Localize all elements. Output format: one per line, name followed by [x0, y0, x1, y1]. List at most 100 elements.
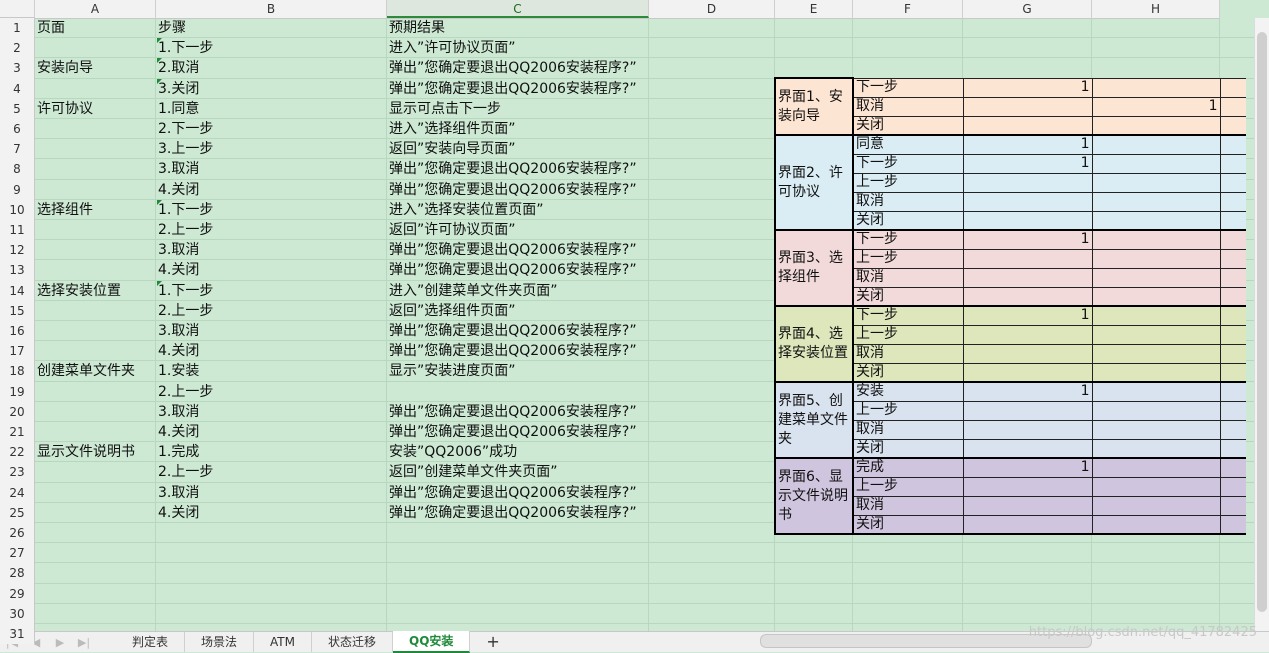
matrix-value-cell[interactable] — [1091, 191, 1221, 212]
matrix-value-cell[interactable] — [1091, 267, 1221, 288]
step-cell[interactable]: 2.取消 — [158, 58, 199, 78]
step-cell[interactable]: 步骤 — [158, 18, 186, 38]
row-header-24[interactable]: 24 — [0, 482, 35, 503]
step-cell[interactable]: 3.关闭 — [158, 79, 199, 99]
row-header-29[interactable]: 29 — [0, 583, 35, 604]
matrix-action-cell[interactable]: 上一步 — [852, 172, 964, 193]
matrix-value-cell[interactable] — [1091, 457, 1221, 478]
matrix-value-cell[interactable] — [1091, 495, 1221, 516]
matrix-value-cell[interactable] — [1091, 248, 1221, 269]
row-header-17[interactable]: 17 — [0, 341, 35, 362]
matrix-action-cell[interactable]: 关闭 — [852, 115, 964, 136]
matrix-screen-label[interactable]: 界面2、许可协议 — [774, 134, 854, 231]
matrix-value-cell[interactable]: 1 — [962, 305, 1093, 326]
step-cell[interactable]: 4.关闭 — [158, 341, 199, 361]
matrix-value-cell[interactable] — [962, 324, 1093, 345]
matrix-action-cell[interactable]: 下一步 — [852, 229, 964, 250]
matrix-value-cell[interactable] — [1219, 362, 1246, 383]
expected-result-cell[interactable]: 返回”许可协议页面” — [389, 220, 516, 240]
matrix-value-cell[interactable] — [1219, 343, 1246, 364]
matrix-value-cell[interactable] — [1091, 438, 1221, 459]
matrix-value-cell[interactable] — [962, 514, 1093, 535]
expected-result-cell[interactable]: 返回”选择组件页面” — [389, 301, 516, 321]
matrix-action-cell[interactable]: 关闭 — [852, 438, 964, 459]
matrix-value-cell[interactable] — [1091, 305, 1221, 326]
expected-result-cell[interactable]: 弹出”您确定要退出QQ2006安装程序?” — [389, 483, 637, 503]
matrix-action-cell[interactable]: 上一步 — [852, 476, 964, 497]
row-header-3[interactable]: 3 — [0, 58, 35, 79]
matrix-value-cell[interactable] — [1219, 153, 1246, 174]
column-header-h[interactable]: H — [1092, 0, 1220, 18]
matrix-value-cell[interactable] — [1091, 400, 1221, 421]
matrix-value-cell[interactable] — [1091, 324, 1221, 345]
matrix-action-cell[interactable]: 下一步 — [852, 77, 964, 98]
column-header-c[interactable]: C — [387, 0, 649, 18]
sheet-tab[interactable]: 判定表 — [116, 632, 186, 652]
matrix-value-cell[interactable]: 1 — [962, 229, 1093, 250]
row-header-6[interactable]: 6 — [0, 119, 35, 140]
matrix-value-cell[interactable]: 1 — [962, 457, 1093, 478]
matrix-value-cell[interactable]: 1 — [962, 381, 1093, 402]
row-header-10[interactable]: 10 — [0, 199, 35, 220]
step-cell[interactable]: 2.下一步 — [158, 119, 213, 139]
step-cell[interactable]: 4.关闭 — [158, 180, 199, 200]
page-cell[interactable]: 创建菜单文件夹 — [37, 361, 135, 381]
matrix-value-cell[interactable] — [1219, 191, 1246, 212]
step-cell[interactable]: 3.取消 — [158, 240, 199, 260]
expected-result-cell[interactable]: 进入”创建菜单文件夹页面” — [389, 281, 558, 301]
expected-result-cell[interactable]: 弹出”您确定要退出QQ2006安装程序?” — [389, 180, 637, 200]
matrix-action-cell[interactable]: 关闭 — [852, 210, 964, 231]
matrix-value-cell[interactable] — [962, 191, 1093, 212]
matrix-action-cell[interactable]: 取消 — [852, 495, 964, 516]
matrix-action-cell[interactable]: 关闭 — [852, 362, 964, 383]
matrix-value-cell[interactable] — [1091, 77, 1221, 98]
page-cell[interactable]: 安装向导 — [37, 58, 93, 78]
row-header-22[interactable]: 22 — [0, 442, 35, 463]
row-header-11[interactable]: 11 — [0, 220, 35, 241]
step-cell[interactable]: 3.取消 — [158, 402, 199, 422]
page-cell[interactable]: 选择组件 — [37, 200, 93, 220]
matrix-value-cell[interactable] — [962, 400, 1093, 421]
row-header-13[interactable]: 13 — [0, 260, 35, 281]
step-cell[interactable]: 1.下一步 — [158, 281, 213, 301]
matrix-value-cell[interactable] — [1219, 457, 1246, 478]
matrix-value-cell[interactable] — [1219, 419, 1246, 440]
matrix-screen-label[interactable]: 界面6、显示文件说明书 — [774, 457, 854, 535]
expected-result-cell[interactable]: 进入”许可协议页面” — [389, 38, 516, 58]
matrix-value-cell[interactable] — [1091, 514, 1221, 535]
step-cell[interactable]: 2.上一步 — [158, 301, 213, 321]
step-cell[interactable]: 1.同意 — [158, 99, 199, 119]
step-cell[interactable]: 3.取消 — [158, 483, 199, 503]
matrix-action-cell[interactable]: 取消 — [852, 267, 964, 288]
row-header-18[interactable]: 18 — [0, 361, 35, 382]
step-cell[interactable]: 1.完成 — [158, 442, 199, 462]
matrix-value-cell[interactable] — [1091, 229, 1221, 250]
last-sheet-icon[interactable]: ▶| — [72, 636, 96, 649]
matrix-value-cell[interactable] — [1219, 514, 1246, 535]
matrix-value-cell[interactable] — [1219, 305, 1246, 326]
expected-result-cell[interactable]: 弹出”您确定要退出QQ2006安装程序?” — [389, 341, 637, 361]
sheet-tab[interactable]: QQ安装 — [393, 631, 471, 653]
expected-result-cell[interactable]: 进入”选择安装位置页面” — [389, 200, 544, 220]
row-header-15[interactable]: 15 — [0, 300, 35, 321]
matrix-action-cell[interactable]: 取消 — [852, 343, 964, 364]
matrix-value-cell[interactable] — [1219, 229, 1246, 250]
select-all-corner[interactable] — [0, 0, 35, 18]
column-header-b[interactable]: B — [156, 0, 387, 18]
sheet-tab[interactable]: 场景法 — [185, 632, 255, 652]
row-header-5[interactable]: 5 — [0, 98, 35, 119]
matrix-value-cell[interactable] — [962, 362, 1093, 383]
row-header-20[interactable]: 20 — [0, 401, 35, 422]
column-header-a[interactable]: A — [35, 0, 156, 18]
expected-result-cell[interactable]: 显示可点击下一步 — [389, 99, 501, 119]
matrix-action-cell[interactable]: 取消 — [852, 96, 964, 117]
matrix-value-cell[interactable] — [1091, 172, 1221, 193]
sheet-tab[interactable]: ATM — [254, 632, 312, 652]
expected-result-cell[interactable]: 弹出”您确定要退出QQ2006安装程序?” — [389, 240, 637, 260]
expected-result-cell[interactable]: 安装”QQ2006”成功 — [389, 442, 517, 462]
matrix-value-cell[interactable]: 1 — [1091, 96, 1221, 117]
expected-result-cell[interactable]: 预期结果 — [389, 18, 445, 38]
matrix-value-cell[interactable] — [962, 438, 1093, 459]
expected-result-cell[interactable]: 返回”安装向导页面” — [389, 139, 516, 159]
row-header-21[interactable]: 21 — [0, 422, 35, 443]
